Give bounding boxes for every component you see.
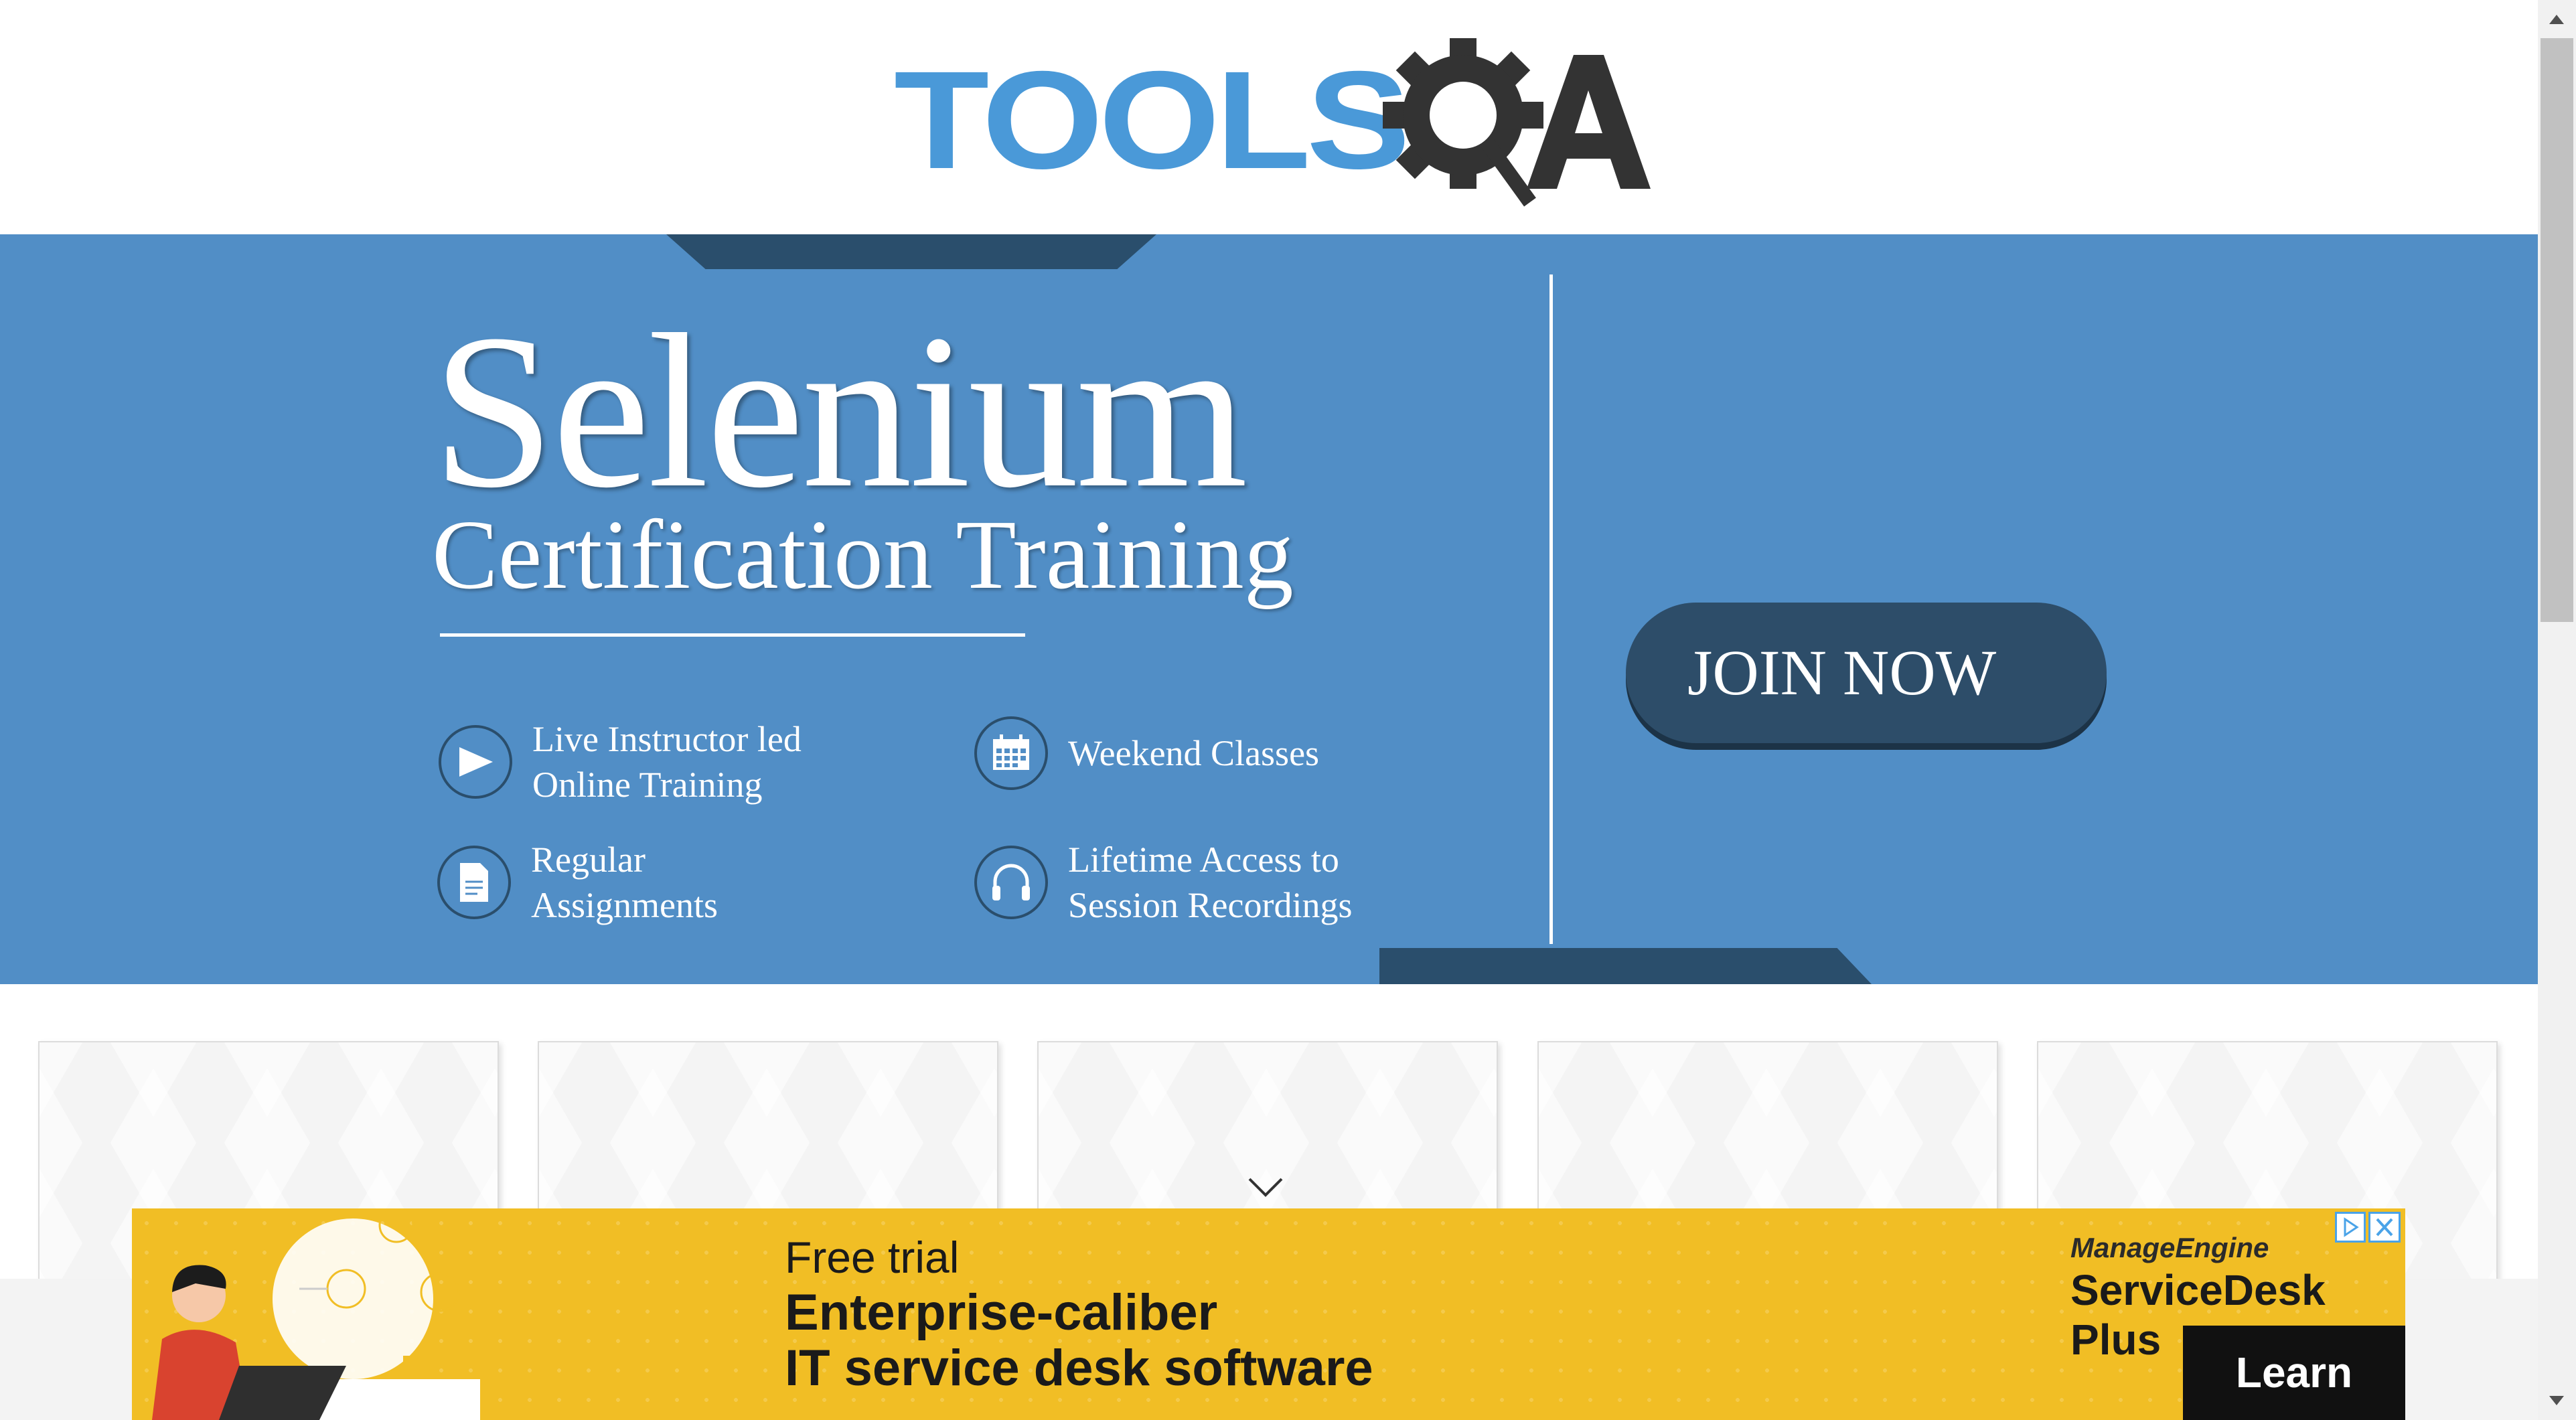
scroll-down-arrow-icon[interactable] [2538, 1382, 2576, 1420]
feature-live-training-line1: Live Instructor led [532, 719, 802, 759]
banner-top-tab [666, 234, 1156, 269]
ad-banner[interactable]: Free trial Enterprise-caliber IT service… [132, 1208, 2405, 1420]
selenium-training-banner[interactable]: Selenium Certification Training Live Ins… [0, 234, 2538, 984]
banner-divider [1549, 274, 1553, 944]
feature-recordings-line2: Session Recordings [1068, 885, 1353, 925]
ad-illustration [152, 1208, 480, 1420]
gear-magnifier-icon [1383, 38, 1543, 207]
calendar-icon [974, 716, 1048, 790]
logo-letter-a [1527, 55, 1651, 189]
feature-assignments-line1: Regular [531, 840, 646, 880]
document-icon [437, 846, 511, 919]
chevron-down-icon[interactable] [1247, 1176, 1284, 1198]
feature-assignments: Regular Assignments [437, 837, 879, 928]
feature-weekend-classes-line1: Weekend Classes [1068, 733, 1320, 773]
toolsqa-logo[interactable]: TOOLS [894, 35, 1651, 216]
banner-title: Selenium [432, 289, 1248, 534]
banner-bottom-tab [1379, 948, 1872, 984]
join-now-button[interactable]: JOIN NOW [1626, 603, 2107, 743]
ad-text-line1: Enterprise-caliber [785, 1284, 1218, 1341]
ad-headline: Free trial [785, 1233, 960, 1282]
ad-text-line2: IT service desk software [785, 1340, 1373, 1397]
feature-live-training: Live Instructor led Online Training [439, 716, 881, 807]
feature-assignments-line2: Assignments [531, 885, 718, 925]
feature-live-training-line2: Online Training [532, 765, 763, 805]
logo-tools-text: TOOLS [894, 43, 1410, 198]
vertical-scrollbar[interactable] [2538, 0, 2576, 1420]
play-icon [439, 725, 512, 799]
scroll-up-arrow-icon[interactable] [2538, 0, 2576, 38]
ad-brand-logo: ManageEngine [2070, 1232, 2269, 1263]
headphones-icon [974, 846, 1048, 919]
ad-choices-icon[interactable] [2335, 1212, 2366, 1243]
title-underline [440, 633, 1025, 637]
feature-weekend-classes: Weekend Classes [974, 716, 1416, 790]
site-header: TOOLS [0, 0, 2538, 234]
feature-recordings: Lifetime Access to Session Recordings [974, 837, 1416, 928]
scrollbar-thumb[interactable] [2541, 38, 2573, 622]
learn-more-button[interactable]: Learn more [2183, 1326, 2405, 1420]
banner-subtitle: Certification Training [432, 500, 1294, 610]
feature-recordings-line1: Lifetime Access to [1068, 840, 1339, 880]
close-icon[interactable] [2368, 1212, 2401, 1243]
